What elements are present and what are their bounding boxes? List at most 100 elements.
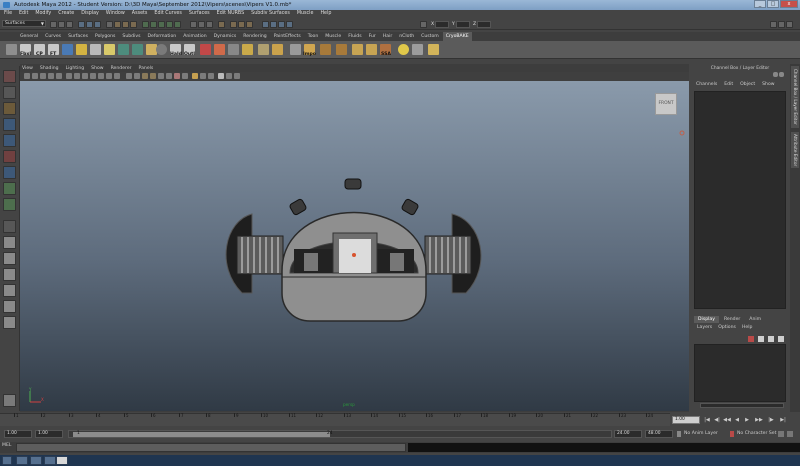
render-frame-icon[interactable] (230, 21, 237, 28)
tab-subdivs[interactable]: Subdivs (119, 32, 143, 41)
layout-graph-icon[interactable] (3, 300, 16, 313)
layer-move-up-icon[interactable] (768, 336, 774, 342)
safe-title-icon[interactable] (114, 73, 120, 79)
auto-key-icon[interactable] (778, 431, 784, 437)
camera-icon[interactable] (228, 44, 239, 55)
menu-help[interactable]: Help (320, 10, 331, 18)
side-tab-attribute-editor[interactable]: Attribute Editor (791, 132, 799, 168)
light-bulb-icon[interactable] (398, 44, 409, 55)
tab-ncloth[interactable]: nCloth (396, 32, 417, 41)
antialias-icon[interactable] (234, 73, 240, 79)
magnet-icon[interactable] (200, 44, 211, 55)
wireframe-on-shaded-icon[interactable] (142, 73, 148, 79)
new-layer-icon[interactable] (748, 336, 754, 342)
select-hierarchy-icon[interactable] (78, 21, 85, 28)
gate-mask-icon[interactable] (90, 73, 96, 79)
layer-move-down-icon[interactable] (778, 336, 784, 342)
menu-muscle[interactable]: Muscle (297, 10, 314, 18)
taskbar-explorer-icon[interactable] (16, 456, 28, 465)
range-slider[interactable]: 1 24 (68, 430, 612, 438)
rotate-tool-icon[interactable] (3, 134, 16, 147)
mesh-icon[interactable] (352, 44, 363, 55)
select-component-icon[interactable] (94, 21, 101, 28)
layers-menu[interactable]: Layers (697, 325, 712, 330)
tab-hair[interactable]: Hair (380, 32, 395, 41)
menu-set-dropdown[interactable]: Surfaces ▼ (2, 20, 46, 27)
channels-show-menu[interactable]: Show (762, 82, 774, 87)
start-button[interactable] (2, 456, 12, 465)
panel-menu-show[interactable]: Show (91, 65, 103, 72)
circle-icon[interactable] (156, 44, 167, 55)
deform-icon[interactable] (214, 44, 225, 55)
render-icon[interactable] (272, 44, 283, 55)
panel-menu-lighting[interactable]: Lighting (66, 65, 85, 72)
history-icon[interactable] (190, 21, 197, 28)
range-slider-handle[interactable] (73, 432, 330, 437)
make-live-icon[interactable] (174, 21, 181, 28)
snap-view-plane-icon[interactable] (166, 21, 173, 28)
menu-edit-curves[interactable]: Edit Curves (154, 10, 181, 18)
anim-layer-dropdown-icon[interactable] (677, 431, 681, 437)
brush-icon[interactable] (242, 44, 253, 55)
isolate-select-icon[interactable] (192, 73, 198, 79)
camera-attributes-icon[interactable] (32, 73, 38, 79)
film-gate-icon[interactable] (74, 73, 80, 79)
menu-window[interactable]: Window (106, 10, 125, 18)
ipr-render-icon[interactable] (238, 21, 245, 28)
y-field[interactable] (456, 21, 470, 28)
open-scene-icon[interactable] (58, 21, 65, 28)
use-lights-icon[interactable] (166, 73, 172, 79)
taskbar-notepad-icon[interactable] (56, 456, 68, 465)
maximize-button[interactable]: □ (767, 0, 779, 8)
input-mode-icon[interactable] (420, 21, 427, 28)
menu-edit[interactable]: Edit (19, 10, 28, 18)
bookmark-icon[interactable] (40, 73, 46, 79)
layers-help-menu[interactable]: Help (742, 325, 752, 330)
lasso-tool-icon[interactable] (3, 86, 16, 99)
tab-rendering[interactable]: Rendering (240, 32, 269, 41)
tab-render[interactable]: Render (720, 316, 744, 323)
new-layer-selected-icon[interactable] (758, 336, 764, 342)
channel-box-icon[interactable] (773, 72, 778, 77)
save-scene-icon[interactable] (66, 21, 73, 28)
animation-start-field[interactable]: 1.00 (4, 430, 32, 438)
image-plane-icon[interactable] (48, 73, 54, 79)
channels-edit-menu[interactable]: Edit (724, 82, 733, 87)
x-field[interactable] (435, 21, 449, 28)
menu-create[interactable]: Create (58, 10, 74, 18)
xray-joints-icon[interactable] (200, 73, 206, 79)
taskbar-maya-icon[interactable] (30, 456, 42, 465)
grid-toggle-icon[interactable] (66, 73, 72, 79)
tab-curves[interactable]: Curves (42, 32, 64, 41)
menu-edit-nurbs[interactable]: Edit NURBS (217, 10, 245, 18)
textured-icon[interactable] (158, 73, 164, 79)
menu-subdiv-surfaces[interactable]: Subdiv Surfaces (251, 10, 290, 18)
wrench-icon[interactable] (258, 44, 269, 55)
input-ops-icon[interactable] (198, 21, 205, 28)
layout-outliner-icon[interactable] (3, 284, 16, 297)
shader-icon[interactable] (412, 44, 423, 55)
rename-field-icon[interactable] (270, 21, 277, 28)
shelf-menu-icon[interactable] (6, 44, 17, 55)
tab-fur[interactable]: Fur (366, 32, 379, 41)
select-joint-icon[interactable] (122, 21, 129, 28)
script-icon[interactable] (290, 44, 301, 55)
tab-anim[interactable]: Anim (745, 316, 765, 323)
panel-menu-panels[interactable]: Panels (139, 65, 154, 72)
close-button[interactable]: x (780, 0, 798, 8)
character-set-icon[interactable] (730, 431, 734, 437)
current-frame-field[interactable]: 1.00 (672, 416, 700, 424)
field-chart-icon[interactable] (98, 73, 104, 79)
step-back-frame-button[interactable]: ◀◀ (723, 416, 731, 424)
lattice-icon[interactable] (336, 44, 347, 55)
select-object-icon[interactable] (86, 21, 93, 28)
tab-cryobake[interactable]: CryoBAKE (442, 32, 472, 41)
taskbar-app-icon[interactable] (44, 456, 56, 465)
motion-blur-icon[interactable] (226, 73, 232, 79)
tab-deformation[interactable]: Deformation (144, 32, 179, 41)
tab-toon[interactable]: Toon (305, 32, 322, 41)
playback-end-field[interactable]: 24.00 (614, 430, 642, 438)
pencil-icon[interactable] (428, 44, 439, 55)
menu-file[interactable]: File (4, 10, 12, 18)
bake-icon[interactable] (366, 44, 377, 55)
